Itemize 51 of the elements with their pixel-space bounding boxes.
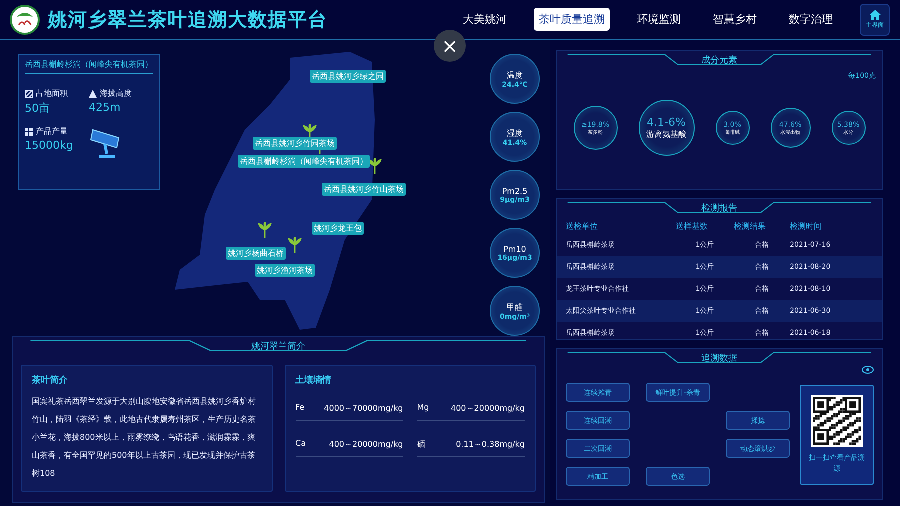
range-value: 0.11～0.38mg/kg	[456, 439, 525, 450]
stat-label: 占地面积	[36, 88, 68, 99]
stat-value: 15000kg	[25, 139, 74, 152]
column-header: 检测时间	[790, 221, 823, 232]
stat-value: 50亩	[25, 101, 51, 116]
element-label: Mg	[417, 403, 430, 414]
nav-tab[interactable]: 大美姚河	[458, 8, 512, 31]
card-heading: 茶叶简介	[32, 374, 69, 387]
logo-icon	[10, 4, 40, 34]
home-icon	[870, 10, 880, 20]
nav-tab[interactable]: 数字治理	[784, 8, 838, 31]
component-value: 4.1-6%	[647, 116, 686, 129]
panel-title: 检测报告	[702, 202, 738, 214]
cone-icon	[89, 90, 97, 98]
tea-sprout-icon	[258, 222, 272, 238]
eye-icon[interactable]	[862, 365, 874, 375]
element-label: Ca	[296, 439, 306, 450]
nav-tab[interactable]: 茶叶质量追溯	[534, 8, 610, 31]
range-value: 400～20000mg/kg	[451, 403, 525, 414]
tea-sprout-icon	[303, 124, 317, 140]
intro-text: 国宾礼茶岳西翠兰发源于大别山腹地安徽省岳西县姚河乡香炉村竹山，陆羽《茶经》载，此地古代隶属寿州茶区，生产历史名茶小兰花，海拔800米以上，雨雾缭绕，鸟语花香，滋润霖霖，爽山茶香，有全国罕见的500年以上古茶园，现已发现并保护古茶树108	[32, 396, 257, 480]
panel-title: 成分元素	[702, 54, 738, 66]
stat-label: 海拔高度	[100, 88, 132, 99]
range-value: 400～20000mg/kg	[329, 439, 404, 450]
app-title: 姚河乡翠兰茶叶追溯大数据平台	[48, 8, 328, 32]
column-header: 送检单位	[566, 221, 599, 232]
range-value: 4000～70000mg/kg	[324, 403, 404, 414]
hatched-square-icon	[25, 90, 33, 98]
column-header: 送样基数	[676, 221, 709, 232]
panel-title: 追溯数据	[702, 352, 738, 364]
component-name: 游离氨基酸	[646, 129, 686, 140]
nav-tab[interactable]: 智慧乡村	[708, 8, 762, 31]
qr-code	[811, 395, 863, 447]
sensor-label: 湿度	[507, 128, 523, 138]
site-title: 岳西县槲岭杉淌（闻峰尖有机茶园）	[25, 59, 153, 74]
sensor-label: 甲醛	[507, 302, 523, 312]
card-heading: 土壤墒情	[296, 374, 332, 387]
nav-tab[interactable]: 环境监测	[632, 8, 686, 31]
grid-icon	[25, 128, 33, 136]
tea-sprout-icon	[288, 237, 302, 253]
stat-value: 425m	[89, 101, 122, 114]
panel-title: 姚河翠兰简介	[252, 340, 306, 352]
sensor-label: 温度	[507, 70, 523, 80]
element-label: 硒	[417, 439, 426, 450]
close-button[interactable]: ×	[434, 30, 466, 62]
element-label: Fe	[296, 403, 305, 414]
stat-label: 产品产量	[36, 126, 68, 137]
column-header: 检测结果	[734, 221, 767, 232]
sensor-label: Pm10	[504, 244, 526, 254]
tea-sprout-icon	[368, 158, 382, 174]
sensor-label: Pm2.5	[502, 186, 528, 196]
